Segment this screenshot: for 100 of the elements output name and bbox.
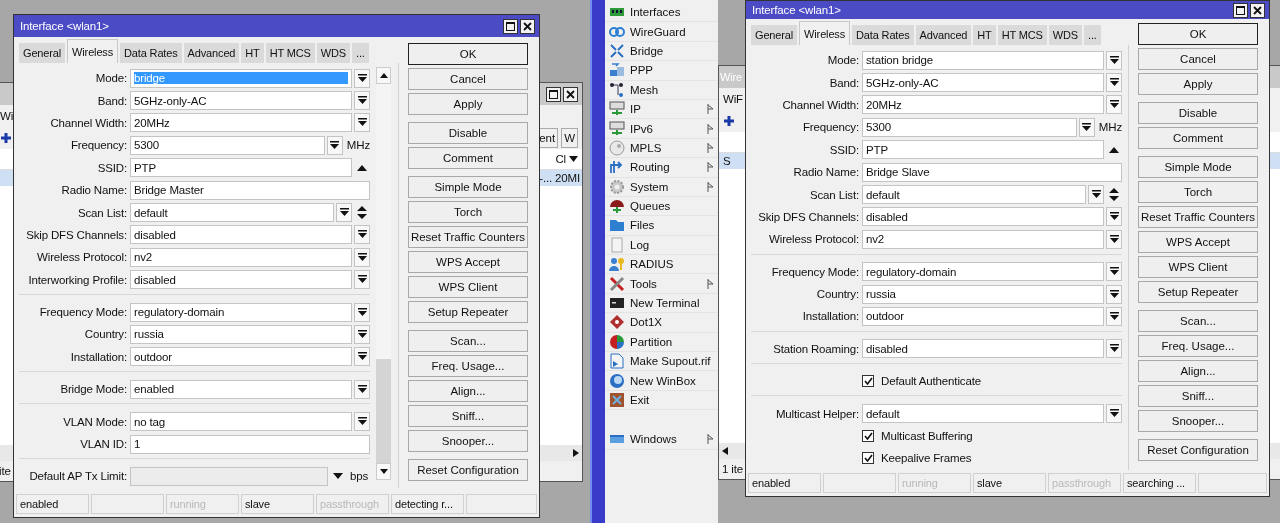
input-field[interactable]: 5300 xyxy=(130,135,325,155)
menu-item[interactable]: WireGuard xyxy=(605,22,718,42)
dropdown-button[interactable] xyxy=(354,113,370,133)
dialog-button[interactable]: Torch xyxy=(1138,181,1258,203)
tab[interactable]: HT xyxy=(241,43,264,63)
dropdown-button[interactable] xyxy=(1106,73,1122,93)
input-field[interactable]: regulatory-domain xyxy=(130,302,352,322)
dropdown-button[interactable] xyxy=(354,91,370,111)
dialog-button[interactable]: Reset Configuration xyxy=(408,459,528,481)
menu-item[interactable]: Partition xyxy=(605,332,718,353)
input-field[interactable]: 5GHz-only-AC xyxy=(130,91,352,111)
menu-item[interactable]: IPv6 xyxy=(605,119,718,139)
tab[interactable]: Wireless xyxy=(799,21,851,45)
menu-item[interactable]: RADIUS xyxy=(605,255,718,275)
dialog-button[interactable]: Cancel xyxy=(1138,48,1258,70)
tab[interactable]: Wi xyxy=(0,110,14,122)
dropdown-button[interactable] xyxy=(354,347,370,367)
dialog-button[interactable]: WPS Accept xyxy=(408,251,528,273)
dialog-button[interactable]: Align... xyxy=(408,380,528,402)
dialog-button[interactable]: OK xyxy=(1138,23,1258,45)
input-field[interactable]: default xyxy=(862,185,1086,205)
dropdown-button[interactable] xyxy=(354,325,370,344)
scrollbar[interactable] xyxy=(376,67,391,480)
checkbox[interactable] xyxy=(862,452,874,465)
dialog-button[interactable]: Reset Traffic Counters xyxy=(408,226,528,248)
dialog-button[interactable]: WPS Client xyxy=(1138,256,1258,278)
input-field[interactable]: nv2 xyxy=(130,247,352,267)
input-field[interactable]: 1 xyxy=(130,434,370,454)
add-icon[interactable] xyxy=(0,132,14,144)
input-field[interactable]: default xyxy=(130,203,334,223)
input-field[interactable]: disabled xyxy=(130,270,352,290)
dropdown-button[interactable] xyxy=(1106,95,1122,115)
toolbar-button[interactable]: W xyxy=(561,128,578,148)
dropdown-arrow-icon[interactable] xyxy=(333,473,343,480)
input-field[interactable]: station bridge xyxy=(862,50,1104,70)
close-button[interactable] xyxy=(520,18,535,34)
menu-item[interactable]: Windows xyxy=(605,430,718,450)
input-field[interactable]: 20MHz xyxy=(862,95,1104,115)
dialog-button[interactable]: Scan... xyxy=(1138,310,1258,332)
input-field[interactable]: PTP xyxy=(862,140,1104,160)
dialog-button[interactable]: Snooper... xyxy=(1138,410,1258,432)
dialog-button[interactable]: Torch xyxy=(408,201,528,223)
tab[interactable]: ... xyxy=(1084,25,1101,45)
dropdown-button[interactable] xyxy=(1088,185,1104,205)
dropdown-button[interactable] xyxy=(336,203,352,223)
input-field[interactable]: 20MHz xyxy=(130,113,352,133)
dialog-button[interactable]: Snooper... xyxy=(408,430,528,452)
input-field[interactable]: outdoor xyxy=(130,347,352,367)
menu-item[interactable]: Routing xyxy=(605,158,718,178)
dialog-button[interactable]: Simple Mode xyxy=(408,176,528,198)
menu-item[interactable]: New WinBox xyxy=(605,371,718,391)
dropdown-button[interactable] xyxy=(354,302,370,322)
input-field[interactable]: 5GHz-only-AC xyxy=(862,73,1104,93)
dialog-button[interactable]: Reset Traffic Counters xyxy=(1138,206,1258,228)
collapse-arrow-icon[interactable] xyxy=(357,164,367,171)
input-field[interactable]: nv2 xyxy=(862,229,1104,249)
tab[interactable]: WiF xyxy=(723,93,743,105)
menu-item[interactable]: MPLS xyxy=(605,138,718,159)
tab[interactable]: ... xyxy=(352,43,369,63)
tab[interactable]: Advanced xyxy=(183,43,240,63)
menu-item[interactable]: IP xyxy=(605,99,718,120)
dropdown-button[interactable] xyxy=(1106,207,1122,227)
input-field[interactable]: outdoor xyxy=(862,307,1104,326)
input-field[interactable]: no tag xyxy=(130,412,352,432)
maximize-button[interactable] xyxy=(546,86,561,102)
input-field[interactable]: Bridge Master xyxy=(130,180,370,200)
dialog-button[interactable]: Apply xyxy=(408,93,528,115)
menu-item[interactable]: New Terminal xyxy=(605,293,718,314)
maximize-button[interactable] xyxy=(503,18,518,34)
tab[interactable]: Wireless xyxy=(67,39,119,63)
dialog-button[interactable]: Setup Repeater xyxy=(408,301,528,323)
input-field[interactable]: PTP xyxy=(130,158,352,178)
input-field[interactable]: enabled xyxy=(130,379,352,399)
input-field[interactable]: disabled xyxy=(130,225,352,245)
menu-item[interactable]: Mesh xyxy=(605,80,718,100)
menu-item[interactable]: Dot1X xyxy=(605,313,718,333)
input-field[interactable]: regulatory-domain xyxy=(862,262,1104,282)
dialog-button[interactable]: Freq. Usage... xyxy=(408,355,528,377)
maximize-button[interactable] xyxy=(1233,2,1248,18)
input-field[interactable]: disabled xyxy=(862,339,1104,359)
dialog-button[interactable]: Comment xyxy=(408,147,528,169)
dropdown-button[interactable] xyxy=(1106,307,1122,326)
menu-item[interactable]: Make Supout.rif xyxy=(605,352,718,372)
dialog-button[interactable]: Cancel xyxy=(408,68,528,90)
menu-item[interactable]: Tools xyxy=(605,274,718,294)
checkbox[interactable] xyxy=(862,430,874,443)
input-field[interactable]: 5300 xyxy=(862,117,1077,137)
dialog-button[interactable]: Apply xyxy=(1138,73,1258,95)
dropdown-button[interactable] xyxy=(1106,404,1122,424)
dialog-button[interactable]: Simple Mode xyxy=(1138,156,1258,178)
scroll-up-icon[interactable] xyxy=(379,73,388,78)
up-down-arrows-icon[interactable] xyxy=(357,206,367,220)
input-field[interactable]: Bridge Slave xyxy=(862,162,1122,182)
menu-item[interactable]: Queues xyxy=(605,196,718,217)
menu-item[interactable]: System xyxy=(605,177,718,197)
checkbox[interactable] xyxy=(862,375,874,388)
input-field[interactable]: disabled xyxy=(862,207,1104,227)
tab[interactable]: HT MCS xyxy=(265,43,315,63)
close-button[interactable] xyxy=(1250,2,1265,18)
add-icon[interactable] xyxy=(723,115,737,127)
